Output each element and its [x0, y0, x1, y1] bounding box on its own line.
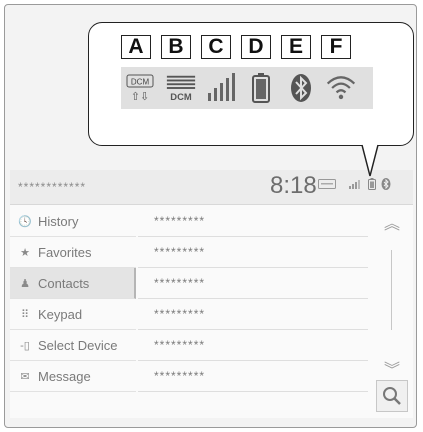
sidebar-item-label: History: [38, 213, 79, 229]
sidebar-item-label: Keypad: [38, 306, 83, 322]
search-icon: [383, 387, 401, 405]
contact-list: ********* ********* ********* ********* …: [138, 206, 368, 392]
dcm-text: DCM: [131, 78, 150, 87]
list-item[interactable]: *********: [138, 299, 368, 330]
dcm-signal-text: DCM: [170, 91, 192, 102]
clock-icon: 🕓: [18, 215, 32, 228]
star-icon: ★: [20, 246, 30, 259]
sidebar-item-message[interactable]: ✉ Message: [10, 361, 136, 392]
label-a: A: [121, 35, 151, 59]
dcm-signal-icon: DCM: [165, 71, 197, 105]
signal-icon: [349, 180, 360, 189]
phone-icon: -▯: [20, 339, 30, 352]
callout-letters: A B C D E F: [121, 35, 351, 59]
status-bar: ************ 8:18: [10, 170, 413, 205]
label-c: C: [201, 35, 231, 59]
label-b: B: [161, 35, 191, 59]
wifi-icon: [325, 71, 357, 105]
label-d: D: [241, 35, 271, 59]
list-item[interactable]: *********: [138, 361, 368, 392]
list-item[interactable]: *********: [138, 268, 368, 299]
status-icons: [318, 178, 391, 190]
person-icon: ♟: [20, 277, 30, 290]
sidebar-item-contacts[interactable]: ♟ Contacts: [10, 268, 136, 299]
cell-signal-icon: [205, 71, 237, 105]
envelope-icon: ✉: [20, 370, 30, 383]
label-e: E: [281, 35, 311, 59]
clock: 8:18: [270, 172, 317, 199]
keypad-icon: ⠿: [20, 308, 30, 321]
sidebar-item-select-device[interactable]: -▯ Select Device: [10, 330, 136, 361]
list-item[interactable]: *********: [138, 206, 368, 237]
battery-status-icon: [368, 178, 376, 190]
dcm-transfer-icon: DCM ⇧⇩: [125, 71, 157, 105]
sidebar-item-label: Message: [38, 368, 91, 384]
sidebar-item-label: Select Device: [38, 337, 118, 353]
sidebar-item-keypad[interactable]: ⠿ Keypad: [10, 299, 136, 330]
battery-icon: [245, 71, 277, 105]
list-item[interactable]: *********: [138, 330, 368, 361]
scroll-track[interactable]: [391, 250, 392, 330]
dcm-icon: [318, 179, 336, 189]
sidebar-item-label: Favorites: [38, 244, 92, 260]
dcm-arrows: ⇧⇩: [131, 90, 149, 103]
phone-screen: ************ 8:18 🕓 History ★ Favorites …: [10, 170, 413, 418]
bluetooth-status-icon: [381, 178, 391, 190]
scroll-down-button[interactable]: ︾: [378, 356, 406, 380]
sidebar-item-history[interactable]: 🕓 History: [10, 206, 136, 237]
scroll-up-button[interactable]: ︽: [378, 210, 406, 234]
status-icon-callout: A B C D E F DCM ⇧⇩ DCM: [88, 22, 414, 146]
device-name: ************: [18, 180, 87, 194]
status-icon-strip: DCM ⇧⇩ DCM: [121, 67, 373, 109]
search-button[interactable]: [376, 380, 408, 412]
sidebar-item-favorites[interactable]: ★ Favorites: [10, 237, 136, 268]
label-f: F: [321, 35, 351, 59]
sidebar-item-label: Contacts: [38, 275, 90, 291]
list-item[interactable]: *********: [138, 237, 368, 268]
bluetooth-icon: [285, 71, 317, 105]
sidebar: 🕓 History ★ Favorites ♟ Contacts ⠿ Keypa…: [10, 206, 136, 392]
